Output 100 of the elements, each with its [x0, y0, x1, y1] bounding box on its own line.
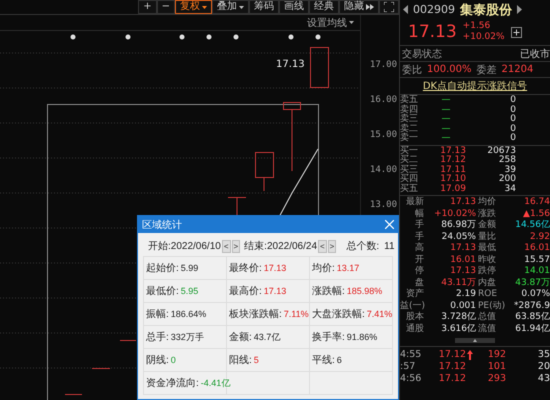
- tick-volume: 101: [486, 361, 506, 373]
- event-marker-icon[interactable]: [234, 34, 238, 40]
- previous-icon[interactable]: [403, 5, 408, 14]
- nav-button[interactable]: >: [232, 240, 240, 252]
- nav-button[interactable]: <: [318, 240, 327, 252]
- count-label: 总个数:: [346, 240, 380, 253]
- candlestick: [120, 340, 136, 341]
- toolbar-button[interactable]: −: [156, 0, 175, 14]
- caret-icon: [239, 6, 244, 8]
- cell-value: 7.41%: [366, 309, 392, 319]
- stock-code: 002909: [413, 3, 455, 16]
- caret-icon: [349, 21, 354, 24]
- price-tag: 17.13: [276, 59, 305, 70]
- stat-value: 16.01: [449, 254, 476, 266]
- order-volume: 0: [509, 124, 516, 134]
- event-marker-icon[interactable]: [206, 34, 212, 40]
- toolbar-button[interactable]: +: [138, 0, 157, 14]
- stat-value: 86.98万: [440, 220, 476, 232]
- dialog-title: 区域统计: [142, 218, 182, 232]
- stat-value: 16.74: [523, 197, 550, 208]
- stat-label: 手: [414, 220, 424, 232]
- cell-value: 5: [254, 355, 259, 365]
- nav-button[interactable]: >: [328, 240, 336, 252]
- stat-value: 17.13: [449, 197, 476, 208]
- candlestick: [255, 152, 274, 192]
- toolbar-button[interactable]: 画线: [279, 0, 309, 14]
- order-volume: 258: [498, 156, 516, 165]
- order-label: 卖一: [400, 134, 419, 144]
- stat-label: 跌停: [478, 266, 497, 278]
- candlestick: [283, 102, 301, 172]
- stat-value: 14.01: [523, 266, 550, 278]
- stat-value: 16.01: [523, 243, 550, 254]
- percent-change: +10.02%: [462, 32, 505, 43]
- cell-label: 金额:: [229, 330, 252, 344]
- toolbar-button[interactable]: 叠加: [212, 0, 249, 14]
- tick-count: 20: [536, 361, 550, 373]
- collapse-handle-icon[interactable]: [455, 338, 495, 343]
- cell-value: -4.41亿: [200, 376, 230, 390]
- order-price: 17.10: [439, 175, 466, 184]
- order-price: —: [440, 96, 452, 106]
- toolbar-button[interactable]: 筹码: [249, 0, 279, 14]
- nav-button[interactable]: <: [222, 240, 230, 252]
- stat-value: 3.616亿: [440, 324, 476, 335]
- stat-value: 43.11万: [440, 278, 476, 289]
- event-marker-icon[interactable]: [126, 34, 130, 40]
- stat-value: 2.19: [454, 289, 476, 300]
- stat-value: 15.57: [523, 254, 550, 266]
- event-marker-icon[interactable]: [288, 34, 294, 40]
- cell-value: 17.13: [264, 263, 286, 273]
- price-axis-label: 15.00: [370, 130, 397, 140]
- tick-price: 17.12: [438, 361, 466, 373]
- order-price: —: [440, 124, 452, 134]
- stat-label: 资产: [405, 289, 424, 300]
- toolbar-button[interactable]: 复权: [175, 0, 212, 14]
- tick-volume: 192: [486, 349, 506, 361]
- price-axis-label: 16.00: [370, 95, 397, 105]
- stat-label: 高: [414, 243, 424, 254]
- cell-value: 0: [170, 355, 176, 365]
- add-icon[interactable]: [510, 26, 522, 38]
- fullscreen-button[interactable]: [379, 0, 399, 14]
- order-label: 卖五: [400, 96, 419, 105]
- signal-link[interactable]: DK点自动提示涨跌信号: [422, 79, 528, 93]
- toolbar-button[interactable]: 经典: [309, 0, 339, 14]
- stat-label: 最新: [405, 197, 424, 208]
- price-axis-label: 14.00: [370, 165, 397, 175]
- order-price: —: [440, 134, 452, 144]
- cell-value: 6: [336, 355, 342, 365]
- end-date: 结束:2022/06/24: [244, 240, 317, 253]
- stat-value: 2.92: [528, 232, 550, 243]
- stat-value: 14.56亿: [514, 220, 550, 232]
- stat-value: 61.94亿: [514, 324, 550, 335]
- toolbar-button[interactable]: 隐藏: [339, 0, 379, 14]
- next-icon[interactable]: [517, 5, 522, 14]
- price-axis-label: 17.00: [370, 60, 397, 70]
- order-label: 买二: [400, 156, 419, 165]
- close-icon[interactable]: [385, 220, 394, 229]
- order-price: —: [440, 115, 452, 124]
- stat-label: 股本: [405, 312, 424, 324]
- stat-label: 金额: [478, 220, 497, 232]
- order-volume: 34: [504, 184, 516, 194]
- start-date: 开始:2022/06/10: [148, 240, 221, 253]
- event-marker-icon[interactable]: [316, 34, 320, 40]
- order-label: 买一: [400, 146, 419, 156]
- stat-value: 43.87万: [514, 278, 550, 289]
- cell-value: 332万手: [170, 330, 204, 344]
- tick-price: 17.12: [438, 373, 466, 385]
- ma-setting-link[interactable]: 设置均线: [307, 15, 354, 30]
- cell-label: 板块涨跌幅:: [229, 308, 282, 321]
- cell-value: 185.98%: [346, 286, 382, 296]
- event-marker-icon[interactable]: [180, 34, 184, 40]
- ratio-value: 100.00%: [427, 64, 472, 75]
- event-marker-icon[interactable]: [70, 34, 76, 40]
- diff-label: 委差: [476, 64, 496, 76]
- price-axis-label: 13.00: [370, 200, 397, 210]
- order-label: 买五: [400, 184, 419, 194]
- order-volume: 0: [509, 106, 516, 114]
- stat-label: 总值: [478, 312, 497, 324]
- cell-label: 均价:: [312, 262, 335, 275]
- stat-value: 24.05%: [440, 232, 476, 243]
- order-volume: 0: [509, 96, 516, 105]
